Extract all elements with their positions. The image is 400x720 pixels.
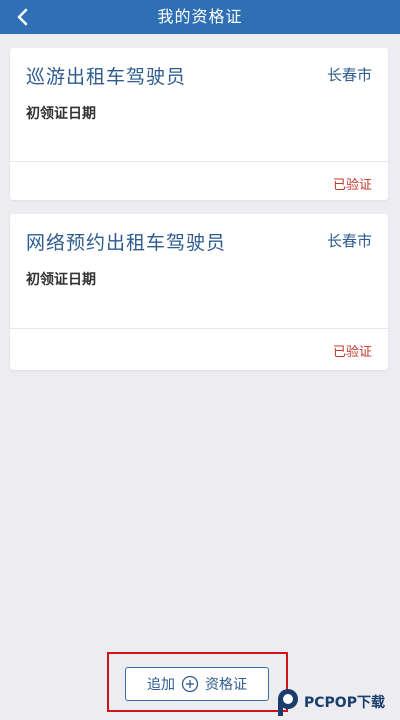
add-label: 追加 <box>147 677 175 693</box>
certificate-label: 资格证 <box>205 677 247 693</box>
certificate-city: 长春市 <box>326 66 372 84</box>
certificate-card[interactable]: 网络预约出租车驾驶员 长春市 初领证日期 已验证 <box>10 214 388 370</box>
watermark: PCPOP下载 <box>276 684 400 720</box>
certificate-title: 网络预约出租车驾驶员 <box>26 232 227 254</box>
verified-status: 已验证 <box>332 178 372 193</box>
certificate-card[interactable]: 巡游出租车驾驶员 长春市 初领证日期 已验证 <box>10 48 388 200</box>
page-title: 我的资格证 <box>157 7 243 26</box>
verified-status: 已验证 <box>332 345 372 360</box>
issue-date-label: 初领证日期 <box>26 272 96 288</box>
issue-date-label: 初领证日期 <box>26 106 96 122</box>
certificate-city: 长春市 <box>326 232 372 250</box>
card-divider <box>10 161 388 162</box>
plus-circle-icon <box>181 675 199 693</box>
card-divider <box>10 328 388 329</box>
top-navigation-bar: 我的资格证 <box>0 0 400 34</box>
watermark-text: PCPOP下载 <box>304 695 385 711</box>
add-certificate-button[interactable]: 追加 资格证 <box>125 667 269 701</box>
pcpop-logo-icon <box>278 689 298 716</box>
certificate-title: 巡游出租车驾驶员 <box>26 66 187 88</box>
